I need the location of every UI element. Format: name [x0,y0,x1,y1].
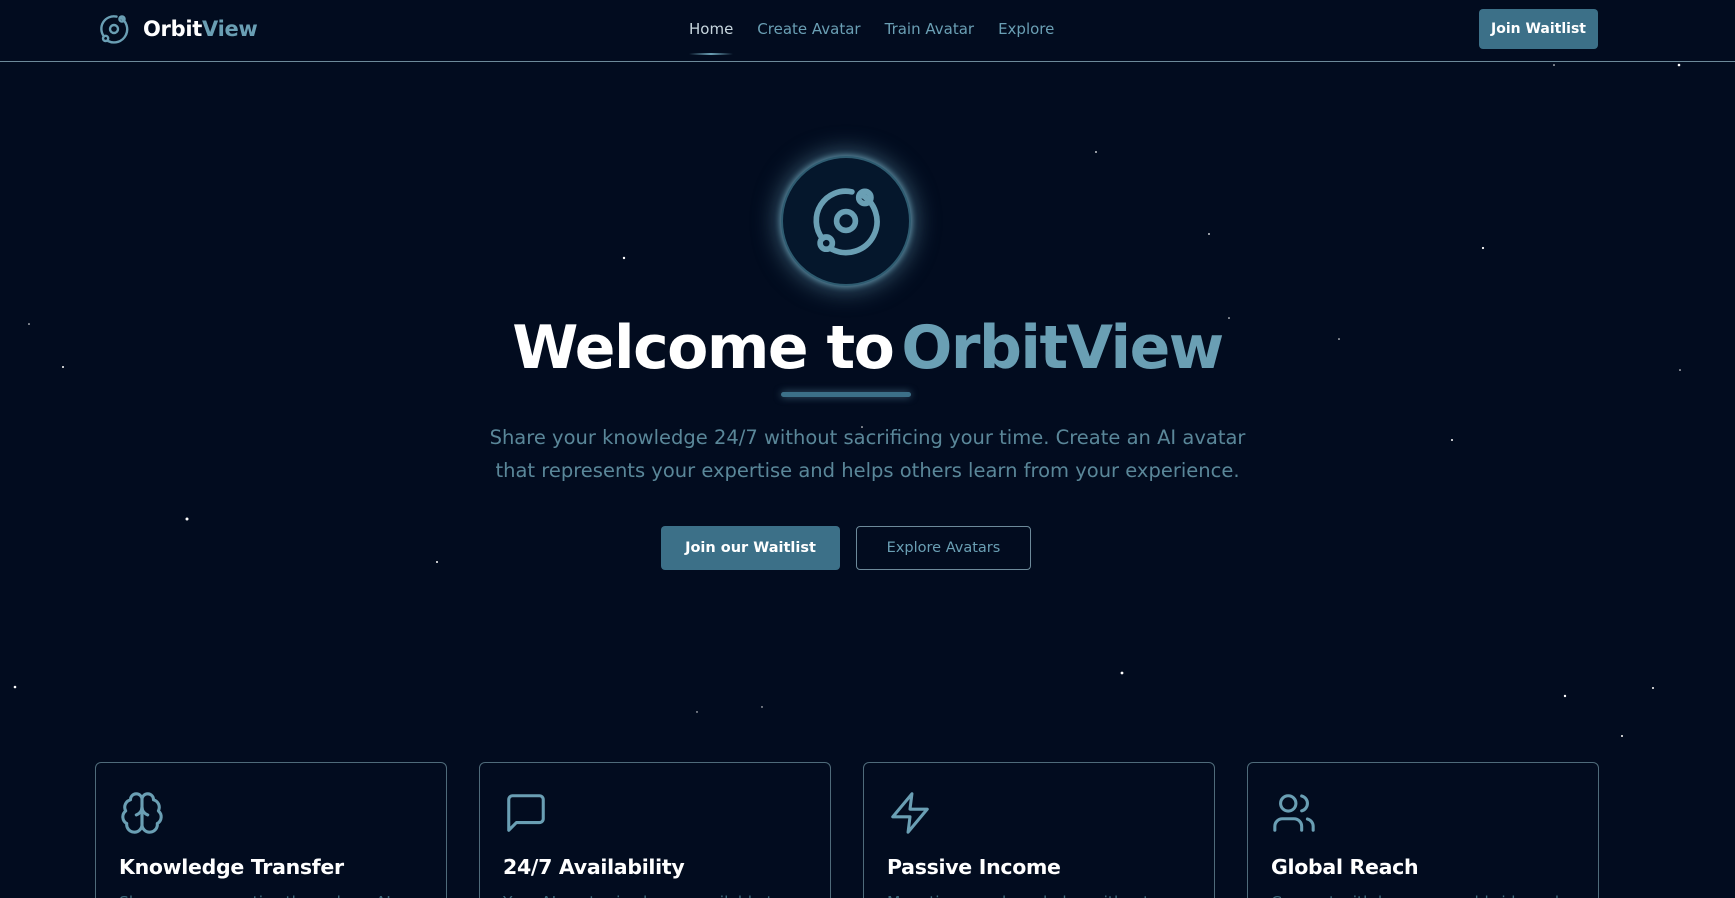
feature-card-availability: 24/7 Availability Your AI avatar is alwa… [479,762,831,898]
join-waitlist-button[interactable]: Join Waitlist [1479,9,1598,49]
feature-description: Connect with learners worldwide and [1271,890,1581,898]
hero-logo-badge [781,156,911,286]
users-icon [1273,794,1315,832]
nav-item-explore[interactable]: Explore [998,20,1054,38]
hero-title: Welcome to OrbitView [0,312,1735,384]
top-navbar: OrbitView Home Create Avatar Train Avata… [0,0,1735,62]
hero-subtitle-line2: that represents your expertise and helps… [495,459,1240,482]
orbit-icon [100,15,129,44]
explore-avatars-button[interactable]: Explore Avatars [856,526,1031,570]
brand-name: OrbitView [143,17,258,41]
hero-subtitle: Share your knowledge 24/7 without sacrif… [437,421,1298,487]
feature-card-global-reach: Global Reach Connect with learners world… [1247,762,1599,898]
hero-subtitle-line1: Share your knowledge 24/7 without sacrif… [489,426,1246,449]
feature-card-knowledge-transfer: Knowledge Transfer Share your expertise … [95,762,447,898]
nav-item-home[interactable]: Home [689,20,734,55]
brand-name-part2: View [201,17,258,41]
nav-item-create-avatar[interactable]: Create Avatar [757,20,860,38]
feature-description: Share your expertise through an AI [119,890,429,898]
feature-description: Monetize your knowledge without [887,890,1197,898]
feature-title: Global Reach [1271,855,1419,879]
nav-item-train-avatar[interactable]: Train Avatar [885,20,974,38]
message-icon [507,794,545,832]
main-nav: Home Create Avatar Train Avatar Explore [689,0,1054,58]
brain-icon [121,792,163,834]
hero-title-welcome: Welcome to [512,313,895,383]
feature-card-passive-income: Passive Income Monetize your knowledge w… [863,762,1215,898]
lightning-icon [891,792,929,834]
hero-title-brand: OrbitView [901,313,1224,383]
feature-title: 24/7 Availability [503,855,685,879]
join-our-waitlist-button[interactable]: Join our Waitlist [661,526,840,570]
feature-description: Your AI avatar is always available to [503,890,813,898]
page: OrbitView Home Create Avatar Train Avata… [0,0,1735,898]
feature-title: Passive Income [887,855,1061,879]
brand-name-part1: Orbit [143,17,202,41]
brand-logo[interactable]: OrbitView [97,12,258,46]
orbit-icon [813,188,880,256]
title-underline-divider [781,392,911,397]
feature-title: Knowledge Transfer [119,855,344,879]
